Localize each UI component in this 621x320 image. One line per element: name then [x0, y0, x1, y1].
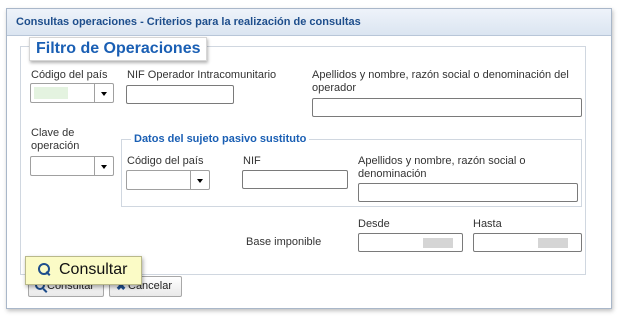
window-title: Consultas operaciones - Criterios para l… — [16, 16, 361, 28]
codigo-pais-label: Código del país — [31, 69, 108, 81]
clave-operacion-select[interactable] — [30, 156, 114, 176]
codigo-pais-select[interactable] — [30, 83, 114, 103]
apellidos-operador-input[interactable] — [312, 98, 582, 117]
consultar-callout: Consultar — [25, 256, 142, 285]
desde-label: Desde — [358, 218, 390, 230]
clave-operacion-label: Clave de operación — [31, 127, 80, 152]
sustituto-nif-input[interactable] — [242, 170, 348, 189]
filter-legend: Filtro de Operaciones — [29, 37, 208, 61]
magnifier-icon — [38, 263, 50, 275]
nif-operador-label: NIF Operador Intracomunitario — [127, 69, 277, 81]
sustituto-apellidos-label: Apellidos y nombre, razón social o denom… — [358, 155, 526, 180]
codigo-pais-value-highlight — [34, 87, 68, 99]
chevron-down-icon[interactable] — [94, 157, 113, 175]
window-titlebar: Consultas operaciones - Criterios para l… — [7, 9, 611, 36]
blurred-value — [423, 238, 453, 248]
base-imponible-label: Base imponible — [246, 236, 322, 248]
sustituto-apellidos-input[interactable] — [358, 183, 578, 202]
chevron-down-icon[interactable] — [94, 84, 113, 102]
base-hasta-input[interactable] — [473, 233, 582, 252]
sustituto-nif-label: NIF — [243, 155, 261, 167]
apellidos-operador-label: Apellidos y nombre, razón social o denom… — [312, 69, 569, 94]
nif-operador-input[interactable] — [126, 85, 234, 104]
sustituto-codigo-pais-select[interactable] — [126, 170, 210, 190]
callout-label: Consultar — [59, 261, 128, 278]
hasta-label: Hasta — [473, 218, 502, 230]
sustituto-codigo-pais-label: Código del país — [127, 155, 204, 167]
base-desde-input[interactable] — [358, 233, 463, 252]
chevron-down-icon[interactable] — [190, 171, 209, 189]
sustituto-legend: Datos del sujeto pasivo sustituto — [131, 133, 310, 145]
blurred-value — [538, 238, 568, 248]
